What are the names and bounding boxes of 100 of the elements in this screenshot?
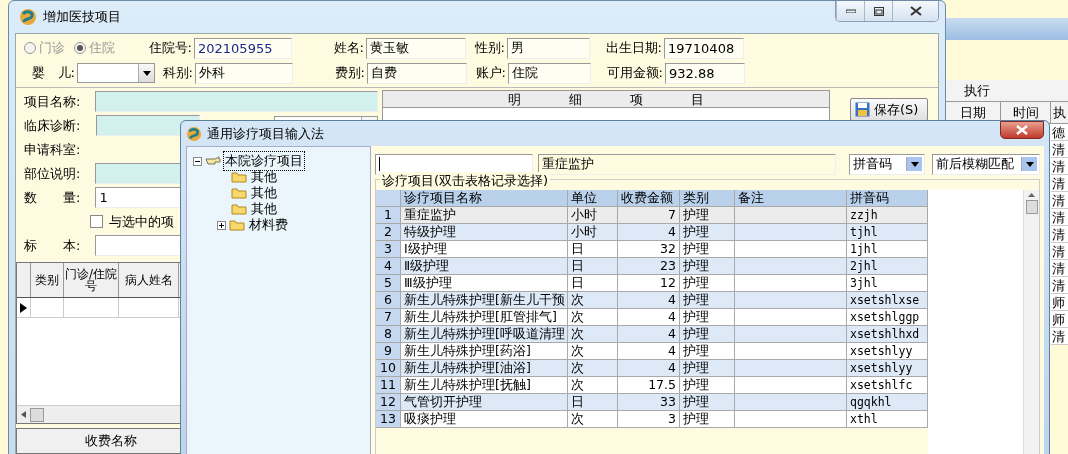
text-cursor-icon xyxy=(379,157,380,171)
table-row[interactable]: 7 新生儿特殊护理[肛管排气] 次 4 护理 xsetshlggp xyxy=(376,309,928,326)
table-cell: 德 xyxy=(1051,124,1068,141)
column-header: 类别 xyxy=(31,263,64,297)
tree-item[interactable]: 其他 xyxy=(250,184,278,202)
column-header: 门诊/住院号 xyxy=(64,263,119,297)
table-cell: 清 xyxy=(1051,226,1068,243)
pointing-hand-icon xyxy=(205,155,221,167)
field-label: 数 量: xyxy=(24,188,82,207)
input-field[interactable]: 202105955 xyxy=(194,37,292,59)
dropdown[interactable]: 前后模糊匹配 xyxy=(932,153,1040,175)
scroll-up-icon xyxy=(1028,193,1035,197)
scroll-thumb[interactable] xyxy=(30,407,44,422)
dropdown[interactable]: 拼音码 xyxy=(849,153,925,175)
dropdown-arrow-icon xyxy=(910,161,919,167)
table-row[interactable]: 8 新生儿特殊护理[呼吸道清理 次 4 护理 xsetshlhxd xyxy=(376,326,928,343)
table-cell: 师 xyxy=(1051,294,1068,311)
table-cell: 3 xyxy=(618,411,680,428)
table-row[interactable]: 2 特级护理 小时 4 护理 tjhl xyxy=(376,224,928,241)
vertical-scrollbar[interactable] xyxy=(1023,190,1039,454)
table-cell: 清 xyxy=(1051,328,1068,345)
row-number: 9 xyxy=(376,343,401,360)
table-cell: 清 xyxy=(1051,141,1068,158)
field-label: 性别: xyxy=(473,39,506,57)
row-number: 1 xyxy=(376,207,401,224)
table-row[interactable]: 13 吸痰护理 次 3 护理 xthl xyxy=(376,411,928,428)
dropdown-arrow-icon xyxy=(1025,161,1034,167)
table-row[interactable]: 10 新生儿特殊护理[油浴] 次 4 护理 xsetshlyy xyxy=(376,360,928,377)
input-field[interactable]: 重症监护 xyxy=(538,153,836,175)
field-label: 标 本: xyxy=(24,236,82,255)
row-number: 10 xyxy=(376,360,401,377)
table-cell: 清 xyxy=(1051,192,1068,209)
tree-item[interactable]: 其他 xyxy=(250,168,278,186)
table-row[interactable]: 3 Ⅰ级护理 日 32 护理 1jhl xyxy=(376,241,928,258)
table-cell: 清 xyxy=(1051,175,1068,192)
close-icon xyxy=(909,6,922,16)
row-number: 7 xyxy=(376,309,401,326)
group-title: 诊疗项目(双击表格记录选择) xyxy=(380,172,551,190)
close-button[interactable] xyxy=(1000,121,1044,139)
dropdown[interactable] xyxy=(77,63,155,83)
input-field[interactable]: 19710408 xyxy=(664,37,744,59)
input-field[interactable]: 住院 xyxy=(508,62,591,84)
minimize-icon xyxy=(845,9,856,13)
field-label: 费别: xyxy=(333,64,366,82)
current-row-icon xyxy=(20,302,27,313)
field-label: 出生日期: xyxy=(604,39,663,57)
input-field[interactable]: 932.88 xyxy=(665,62,745,84)
field-label: 项目名称: xyxy=(24,92,82,111)
column-header: 收费名称 xyxy=(85,432,137,450)
table-row[interactable]: 11 新生儿特殊护理[抚触] 次 17.5 护理 xsetshlfc xyxy=(376,377,928,394)
collapse-toggle[interactable] xyxy=(193,156,202,166)
expand-toggle[interactable] xyxy=(217,220,226,230)
table-row[interactable]: 1 重症监护 小时 7 护理 zzjh xyxy=(376,207,928,224)
row-number: 8 xyxy=(376,326,401,343)
table-row[interactable]: 4 Ⅱ级护理 日 23 护理 2jhl xyxy=(376,258,928,275)
app-logo-icon xyxy=(186,125,202,142)
close-button[interactable] xyxy=(892,1,938,21)
table-row[interactable]: 12 气管切开护理 日 33 护理 qgqkhl xyxy=(376,394,928,411)
table-row[interactable]: 9 新生儿特殊护理[药浴] 次 4 护理 xsetshlyy xyxy=(376,343,928,360)
row-number: 5 xyxy=(376,275,401,292)
scroll-thumb[interactable] xyxy=(1025,200,1038,214)
input-field[interactable]: 自费 xyxy=(367,62,467,84)
row-number: 13 xyxy=(376,411,401,428)
table-row[interactable]: 6 新生儿特殊护理[新生儿干预 次 4 护理 xsetshlxse xyxy=(376,292,928,309)
input-field[interactable]: 外科 xyxy=(195,62,293,84)
field-label: 申请科室: xyxy=(24,140,82,159)
panel-header: 明 细 项 目 xyxy=(383,91,829,108)
tree-item[interactable]: 本院诊疗项目 xyxy=(224,152,304,170)
row-number: 12 xyxy=(376,394,401,411)
maximize-button[interactable] xyxy=(864,1,892,21)
checkbox[interactable]: 与选中的项 xyxy=(90,212,174,231)
folder-icon xyxy=(229,219,245,231)
tree-item[interactable]: 材料费 xyxy=(248,216,289,234)
window-title: 通用诊疗项目输入法 xyxy=(207,124,324,143)
field-label: 账户: xyxy=(474,64,507,82)
column-group-header: 执行 xyxy=(946,80,1068,102)
table-cell: 护理 xyxy=(680,411,735,428)
save-button[interactable]: 保存(S) xyxy=(850,98,928,121)
table-cell: 清 xyxy=(1051,158,1068,175)
table-cell: 次 xyxy=(568,411,618,428)
input-field[interactable]: 男 xyxy=(507,37,590,59)
table-cell: 清 xyxy=(1051,277,1068,294)
search-field[interactable] xyxy=(375,153,533,175)
folder-icon xyxy=(231,187,247,199)
row-number: 3 xyxy=(376,241,401,258)
input-field[interactable] xyxy=(95,91,378,112)
plus-icon xyxy=(218,221,225,229)
row-number: 6 xyxy=(376,292,401,309)
tree-item[interactable]: 其他 xyxy=(250,200,278,218)
field-label: 科别: xyxy=(161,64,194,82)
close-icon xyxy=(1016,125,1028,135)
table-cell: 清 xyxy=(1051,243,1068,260)
input-field[interactable]: 黄玉敏 xyxy=(366,37,466,59)
field-label: 可用金额: xyxy=(605,64,664,82)
table-row[interactable]: 5 Ⅲ级护理 日 12 护理 3jhl xyxy=(376,275,928,292)
app-logo-icon xyxy=(19,8,37,26)
folder-icon xyxy=(231,203,247,215)
window-title: 增加医技项目 xyxy=(43,8,121,26)
row-number: 11 xyxy=(376,377,401,394)
row-number: 2 xyxy=(376,224,401,241)
